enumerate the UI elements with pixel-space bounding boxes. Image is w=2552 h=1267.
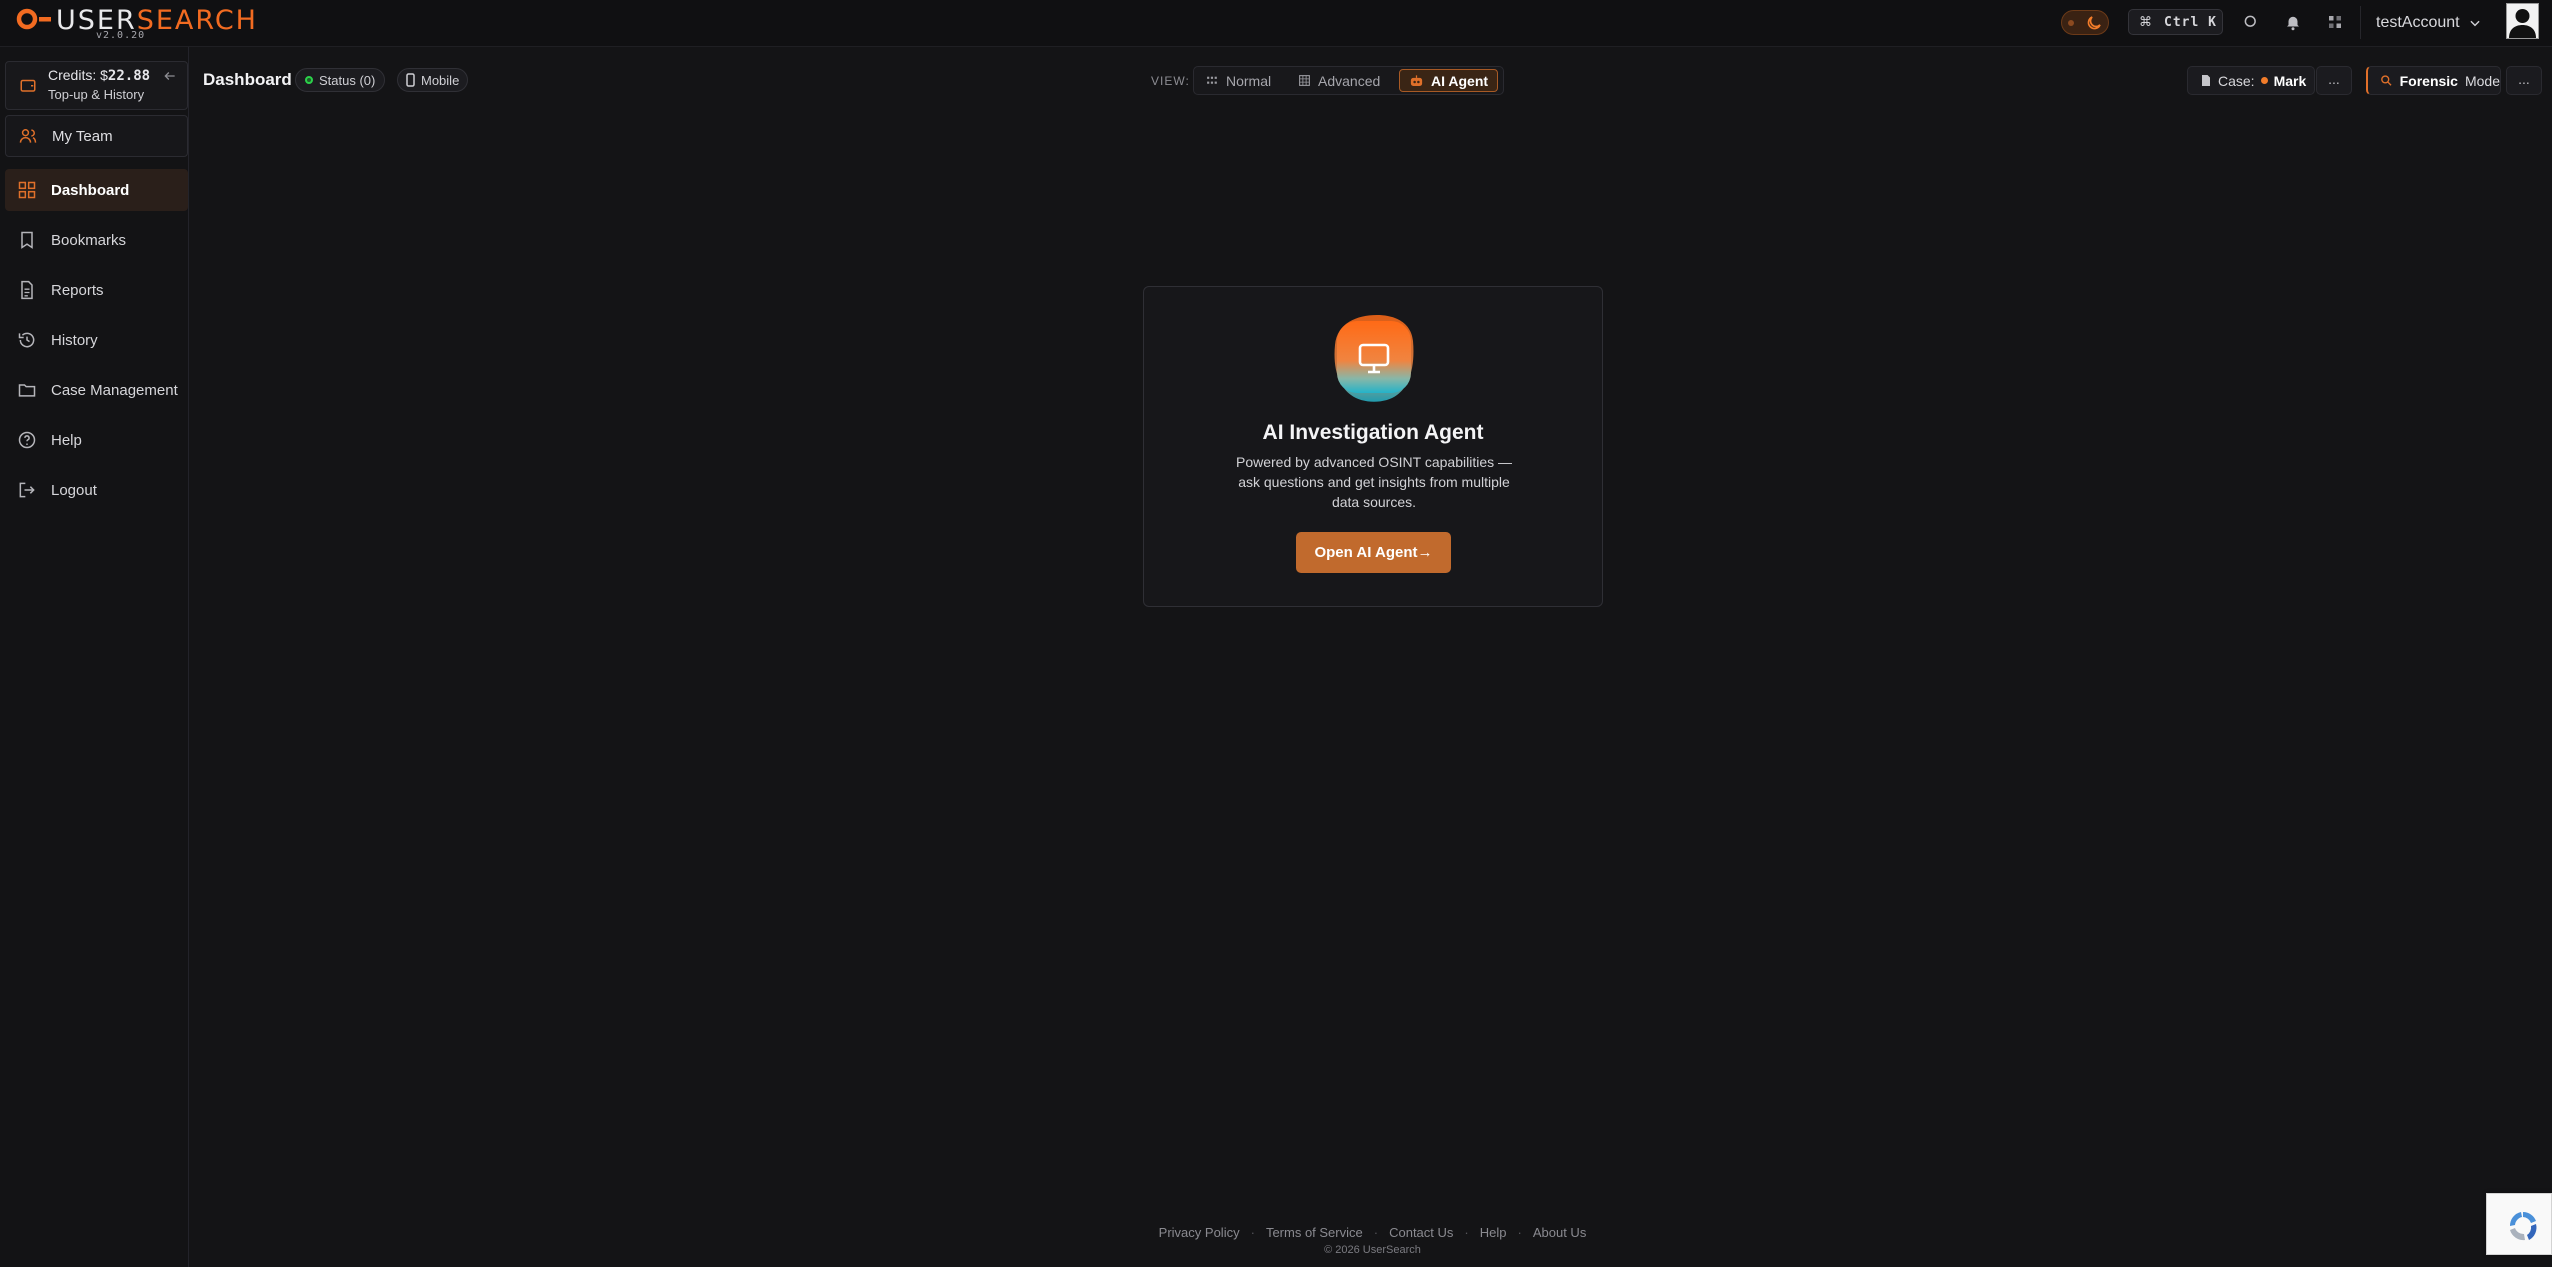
theme-toggle[interactable] xyxy=(2061,10,2109,35)
toggle-knob xyxy=(2068,20,2074,26)
view-advanced-label: Advanced xyxy=(1318,72,1381,89)
agent-description: Powered by advanced OSINT capabilities —… xyxy=(1236,454,1512,510)
sidebar-item-history[interactable]: History xyxy=(5,319,188,361)
sidebar-item-case-management[interactable]: Case Management xyxy=(5,369,188,411)
my-team-button[interactable]: My Team xyxy=(5,115,188,157)
sidebar-item-label: Help xyxy=(51,431,82,449)
recaptcha-badge[interactable] xyxy=(2486,1193,2552,1255)
monitor-icon xyxy=(1334,315,1414,402)
forensic-more-button[interactable]: ... xyxy=(2506,66,2542,95)
collapse-sidebar-icon[interactable] xyxy=(163,69,177,83)
status-indicator-icon xyxy=(305,76,313,84)
case-status-dot xyxy=(2260,77,2268,84)
footer-separator: · xyxy=(1464,1224,1469,1240)
forensic-mode-button[interactable]: Forensic Mode xyxy=(2366,66,2501,95)
forensic-search-icon xyxy=(2381,75,2392,86)
sidebar-item-label: Case Management xyxy=(51,381,178,399)
users-icon xyxy=(19,129,37,143)
view-normal-button[interactable]: Normal xyxy=(1197,69,1280,92)
app-version: v2.0.20 xyxy=(96,30,146,41)
help-icon xyxy=(18,431,36,449)
sidebar-item-label: History xyxy=(51,331,98,349)
user-name: testAccount xyxy=(2376,13,2460,31)
case-file-icon xyxy=(2202,75,2210,86)
sidebar-item-label: Logout xyxy=(51,481,97,499)
user-silhouette-icon xyxy=(2509,9,2536,38)
mobile-button[interactable]: Mobile xyxy=(397,68,469,92)
search-icon[interactable] xyxy=(2242,13,2260,31)
view-advanced-button[interactable]: Advanced xyxy=(1289,69,1389,92)
sidebar-item-help[interactable]: Help xyxy=(5,419,188,461)
forensic-mode-label: Mode xyxy=(2464,72,2500,89)
sidebar-item-label: Reports xyxy=(51,281,104,299)
view-ai-agent-button[interactable]: AI Agent xyxy=(1399,69,1499,92)
sidebar-nav: Dashboard Bookmarks Reports History Case… xyxy=(5,169,188,519)
brand-wordmark: USERSEARCH xyxy=(56,5,258,36)
sidebar-item-reports[interactable]: Reports xyxy=(5,269,188,311)
view-ai-agent-label: AI Agent xyxy=(1431,72,1489,89)
table-icon xyxy=(1299,75,1310,86)
mobile-label: Mobile xyxy=(421,72,460,88)
apps-icon[interactable] xyxy=(2326,13,2344,31)
copyright: © 2026 UserSearch xyxy=(1324,1244,1421,1256)
open-ai-agent-button[interactable]: Open AI Agent→ xyxy=(1296,532,1451,573)
footer-separator: · xyxy=(1373,1224,1379,1240)
sidebar-item-dashboard[interactable]: Dashboard xyxy=(5,169,188,211)
bookmark-icon xyxy=(21,231,33,249)
view-switcher: Normal Advanced AI Agent xyxy=(1193,66,1504,95)
footer-link-privacy[interactable]: Privacy Policy xyxy=(1159,1225,1240,1240)
list-icon xyxy=(1207,76,1217,84)
footer-separator: · xyxy=(1517,1224,1522,1240)
view-normal-label: Normal xyxy=(1226,72,1272,89)
recaptcha-icon xyxy=(2509,1212,2537,1241)
sidebar-item-label: Dashboard xyxy=(51,181,130,199)
avatar[interactable] xyxy=(2506,3,2539,39)
footer-separator: · xyxy=(1250,1224,1255,1240)
case-more-button[interactable]: ... xyxy=(2316,66,2352,95)
agent-title: AI Investigation Agent xyxy=(1262,421,1484,444)
logout-icon xyxy=(19,482,35,498)
top-bar: USERSEARCH v2.0.20 ⌘ Ctrl K testAccount xyxy=(0,0,2552,47)
document-icon xyxy=(21,280,33,300)
sidebar-item-logout[interactable]: Logout xyxy=(5,469,188,511)
footer-links: Privacy Policy · Terms of Service · Cont… xyxy=(1145,1224,1600,1240)
footer-link-about[interactable]: About Us xyxy=(1533,1225,1586,1240)
status-button[interactable]: Status (0) xyxy=(295,68,386,92)
footer-link-help[interactable]: Help xyxy=(1480,1225,1507,1240)
folder-icon xyxy=(18,384,36,397)
credits-card[interactable]: Credits: $22.88 Top-up & History xyxy=(5,61,188,110)
robot-icon xyxy=(1410,74,1423,86)
my-team-label: My Team xyxy=(52,127,113,145)
case-label: Case: xyxy=(2218,72,2255,89)
sidebar-item-bookmarks[interactable]: Bookmarks xyxy=(5,219,188,261)
history-icon xyxy=(18,332,35,348)
sidebar-item-label: Bookmarks xyxy=(51,231,127,249)
mobile-icon xyxy=(406,73,415,87)
sidebar: Credits: $22.88 Top-up & History My Team… xyxy=(0,47,189,1267)
command-palette-button[interactable]: ⌘ Ctrl K xyxy=(2128,9,2223,35)
topup-link[interactable]: Top-up & History xyxy=(48,87,144,102)
moon-icon xyxy=(2087,16,2101,30)
bell-icon[interactable] xyxy=(2284,13,2302,31)
ai-agent-card: AI Investigation Agent Powered by advanc… xyxy=(1143,286,1603,607)
view-label: VIEW: xyxy=(1151,74,1190,88)
logo-mark-icon xyxy=(16,8,51,30)
credits-balance: Credits: $22.88 xyxy=(48,67,151,84)
grid-icon xyxy=(18,181,36,199)
shortcut-key: Ctrl K xyxy=(2164,14,2217,30)
forensic-label: Forensic xyxy=(2399,72,2458,89)
footer-link-contact[interactable]: Contact Us xyxy=(1389,1225,1453,1240)
chevron-down-icon xyxy=(2470,20,2480,26)
wallet-icon xyxy=(20,79,36,92)
case-name: Mark xyxy=(2273,72,2307,89)
case-selector[interactable]: Case: Mark xyxy=(2187,66,2315,95)
footer-link-terms[interactable]: Terms of Service xyxy=(1266,1225,1363,1240)
command-icon: ⌘ xyxy=(2139,14,2152,29)
user-menu[interactable]: testAccount xyxy=(2360,6,2486,39)
page-title: Dashboard xyxy=(203,70,292,89)
status-label: Status (0) xyxy=(319,72,376,88)
